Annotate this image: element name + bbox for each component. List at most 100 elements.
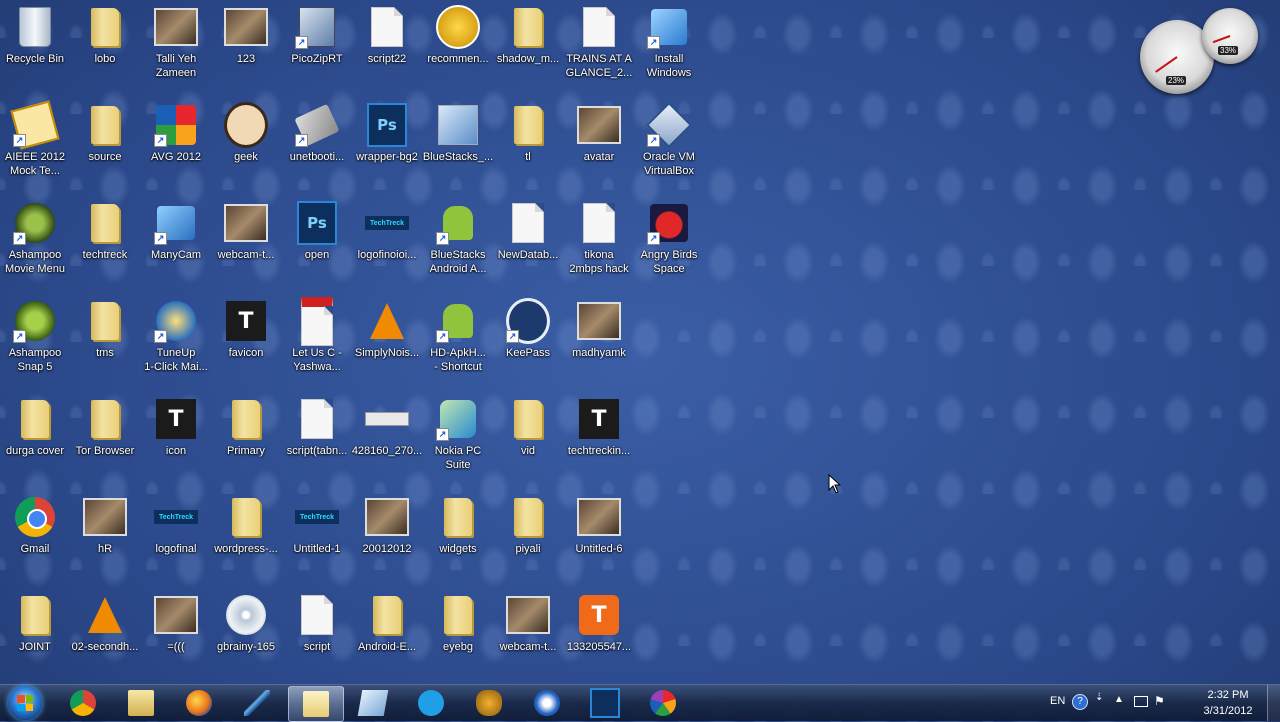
- desktop-icon[interactable]: gbrainy-165: [211, 593, 281, 654]
- taskbar-button[interactable]: [636, 686, 690, 720]
- desktop-icon[interactable]: recommen...: [423, 5, 493, 66]
- desktop-icon[interactable]: eyebg: [423, 593, 493, 654]
- taskbar-button[interactable]: [346, 686, 400, 720]
- network-icon[interactable]: [1134, 696, 1148, 707]
- desktop-icon[interactable]: script(tabn...: [282, 397, 352, 458]
- desktop-icon[interactable]: TechTreck Untitled-1: [282, 495, 352, 556]
- desktop-icon[interactable]: 02-secondh...: [70, 593, 140, 654]
- desktop-icon[interactable]: ↗ Ashampoo Movie Menu: [0, 201, 70, 276]
- desktop-icon-label: eyebg: [443, 641, 473, 653]
- desktop-icon[interactable]: ↗ unetbooti...: [282, 103, 352, 164]
- desktop-icon[interactable]: ↗ BlueStacks Android A...: [423, 201, 493, 276]
- desktop-icon[interactable]: tikona 2mbps hack: [564, 201, 634, 276]
- desktop-icon[interactable]: widgets: [423, 495, 493, 556]
- desktop-icon[interactable]: ↗ AIEEE 2012 Mock Te...: [0, 100, 70, 178]
- desktop-icon[interactable]: source: [70, 103, 140, 164]
- desktop-icon[interactable]: ↗ TuneUp 1-Click Mai...: [141, 299, 211, 374]
- desktop-icon[interactable]: BlueStacks_...: [423, 103, 493, 164]
- desktop-icon[interactable]: Ticon: [141, 397, 211, 458]
- desktop-icon[interactable]: ↗ AVG 2012: [141, 103, 211, 164]
- help-icon[interactable]: ?: [1072, 694, 1088, 710]
- desktop-icon[interactable]: webcam-t...: [493, 593, 563, 654]
- desktop-icon[interactable]: 428160_270...: [352, 397, 422, 458]
- shortcut-arrow-icon: ↗: [295, 134, 308, 147]
- desktop-icon[interactable]: Talli Yeh Zameen: [141, 5, 211, 80]
- desktop-icon[interactable]: NewDatab...: [493, 201, 563, 262]
- desktop-icon[interactable]: script22: [352, 5, 422, 66]
- desktop-icon[interactable]: lobo: [70, 5, 140, 66]
- chrome-icon: [13, 495, 57, 539]
- desktop-icon[interactable]: piyali: [493, 495, 563, 556]
- action-center-flag-icon[interactable]: ⚑: [1154, 694, 1165, 708]
- start-button[interactable]: [8, 686, 42, 720]
- desktop-icon[interactable]: TRAINS AT A GLANCE_2...: [564, 5, 634, 80]
- desktop-icon[interactable]: ↗ Angry Birds Space: [634, 201, 704, 276]
- desktop-icon[interactable]: 123: [211, 5, 281, 66]
- desktop-icon[interactable]: SimplyNois...: [352, 299, 422, 360]
- desktop-icon[interactable]: TechTreck logofinal: [141, 495, 211, 556]
- desktop-icon[interactable]: Tfavicon: [211, 299, 281, 360]
- taskbar-button[interactable]: [114, 686, 168, 720]
- taskbar-button[interactable]: [578, 686, 632, 720]
- taskbar-button[interactable]: [520, 686, 574, 720]
- desktop-icon[interactable]: wordpress-...: [211, 495, 281, 556]
- desktop-icon[interactable]: Ps wrapper-bg2: [352, 103, 422, 164]
- clock-date[interactable]: 3/31/2012: [1194, 705, 1262, 717]
- taskbar-button[interactable]: [288, 686, 344, 722]
- desktop-icon[interactable]: shadow_m...: [493, 5, 563, 66]
- desktop-icon[interactable]: Tor Browser: [70, 397, 140, 458]
- desktop-icon[interactable]: Android-E...: [352, 593, 422, 654]
- desktop-icon[interactable]: ↗ Install Windows: [634, 5, 704, 80]
- desktop-icon[interactable]: ↗ Nokia PC Suite: [423, 397, 493, 472]
- shortcut-arrow-icon: ↗: [647, 134, 660, 147]
- desktop-icon[interactable]: geek: [211, 102, 281, 164]
- input-options-icon[interactable]: ⇣: [1095, 692, 1103, 703]
- show-desktop-button[interactable]: [1267, 685, 1280, 721]
- desktop-icon[interactable]: vid: [493, 397, 563, 458]
- desktop-icon[interactable]: ↗ PicoZipRT: [282, 5, 352, 66]
- desktop-icon-label: Let Us C - Yashwa...: [292, 347, 342, 373]
- desktop-icon[interactable]: madhyamk: [564, 299, 634, 360]
- language-indicator[interactable]: EN: [1050, 695, 1065, 707]
- taskbar-button[interactable]: [56, 686, 110, 720]
- taskbar-button[interactable]: [172, 686, 226, 720]
- folder-icon: [365, 593, 409, 637]
- desktop-icon[interactable]: T 133205547...: [564, 593, 634, 654]
- desktop-icon[interactable]: Recycle Bin: [0, 5, 70, 66]
- desktop-icon[interactable]: TechTreck logofinoioi...: [352, 201, 422, 262]
- desktop-icon[interactable]: Let Us C - Yashwa...: [282, 296, 352, 374]
- desktop-icon[interactable]: techtreck: [70, 201, 140, 262]
- folder-icon: [13, 593, 57, 637]
- taskbar-button[interactable]: [404, 686, 458, 720]
- desktop-icon[interactable]: Primary: [211, 397, 281, 458]
- folder-icon: [436, 495, 480, 539]
- desktop-icon[interactable]: Gmail: [0, 495, 70, 556]
- desktop-icon[interactable]: JOINT: [0, 593, 70, 654]
- desktop-icon[interactable]: tms: [70, 299, 140, 360]
- desktop-icon[interactable]: Untitled-6: [564, 495, 634, 556]
- desktop-icon[interactable]: durga cover: [0, 397, 70, 458]
- show-hidden-icons-icon[interactable]: ▲: [1114, 694, 1124, 705]
- desktop[interactable]: Recycle Bin lobo Talli Yeh Zameen 123 ↗ PicoZ…: [0, 0, 1280, 684]
- desktop-icon[interactable]: ↗ Oracle VM VirtualBox: [634, 102, 704, 178]
- clock-time[interactable]: 2:32 PM: [1198, 689, 1258, 701]
- desktop-icon[interactable]: avatar: [564, 103, 634, 164]
- pen-tool-icon: [244, 690, 270, 716]
- desktop-icon[interactable]: ↗ KeePass: [493, 298, 563, 360]
- desktop-icon[interactable]: ↗ ManyCam: [141, 201, 211, 262]
- desktop-icon[interactable]: ↗ HD-ApkH... - Shortcut: [423, 299, 493, 374]
- desktop-icon[interactable]: 20012012: [352, 495, 422, 556]
- desktop-icon[interactable]: script: [282, 593, 352, 654]
- desktop-icon-label: madhyamk: [572, 347, 626, 359]
- taskbar-button[interactable]: [462, 686, 516, 720]
- pdf-icon: [295, 296, 339, 346]
- cpu-meter-gadget[interactable]: 23% 33%: [1140, 8, 1260, 94]
- desktop-icon[interactable]: ↗ Ashampoo Snap 5: [0, 299, 70, 374]
- desktop-icon[interactable]: tl: [493, 103, 563, 164]
- desktop-icon[interactable]: Ttechtreckin...: [564, 397, 634, 458]
- taskbar-button[interactable]: [230, 686, 284, 720]
- desktop-icon[interactable]: =(((: [141, 593, 211, 654]
- desktop-icon[interactable]: Ps open: [282, 201, 352, 262]
- desktop-icon[interactable]: webcam-t...: [211, 201, 281, 262]
- desktop-icon[interactable]: hR: [70, 495, 140, 556]
